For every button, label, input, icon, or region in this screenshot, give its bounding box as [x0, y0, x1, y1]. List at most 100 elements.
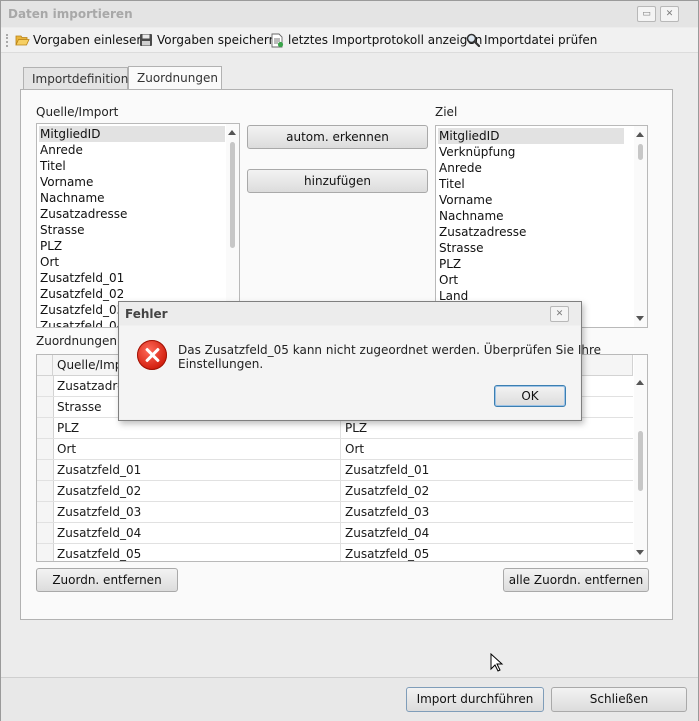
- source-list-item[interactable]: MitgliedID: [39, 126, 225, 142]
- mapping-target-cell: Ort: [345, 442, 365, 456]
- row-indicator[interactable]: [37, 439, 54, 459]
- source-list-item[interactable]: PLZ: [40, 238, 62, 254]
- title-bar[interactable]: Daten importieren ▭ ✕: [1, 1, 698, 27]
- source-list-item[interactable]: Ort: [40, 254, 59, 270]
- table-row[interactable]: Zusatzfeld_01 Zusatzfeld_01: [37, 460, 633, 481]
- auto-detect-button[interactable]: autom. erkennen: [247, 125, 428, 149]
- row-indicator[interactable]: [37, 502, 54, 522]
- row-indicator[interactable]: [37, 418, 54, 438]
- row-indicator[interactable]: [37, 376, 54, 396]
- scroll-thumb[interactable]: [638, 144, 643, 160]
- source-list-item[interactable]: Zusatzfeld_01: [40, 270, 124, 286]
- run-import-button[interactable]: Import durchführen: [406, 687, 544, 712]
- target-list-item[interactable]: Vorname: [439, 192, 492, 208]
- table-row[interactable]: PLZ PLZ: [37, 418, 633, 439]
- mapping-source-cell: PLZ: [57, 421, 80, 435]
- target-list-item[interactable]: PLZ: [439, 256, 461, 272]
- table-row[interactable]: Zusatzfeld_05 Zusatzfeld_05: [37, 544, 633, 561]
- row-indicator[interactable]: [37, 544, 54, 561]
- target-list-item[interactable]: Titel: [439, 176, 465, 192]
- table-row[interactable]: Zusatzfeld_03 Zusatzfeld_03: [37, 502, 633, 523]
- toolbar-grip[interactable]: [6, 34, 10, 47]
- source-list-item[interactable]: Vorname: [40, 174, 93, 190]
- mapping-target-cell: PLZ: [345, 421, 368, 435]
- tab-zuordnungen[interactable]: Zuordnungen: [128, 66, 222, 90]
- tab-importdefinition[interactable]: Importdefinition: [23, 67, 128, 89]
- ok-button[interactable]: OK: [494, 385, 566, 407]
- mapping-source-cell: Ort: [57, 442, 77, 456]
- add-button[interactable]: hinzufügen: [247, 169, 428, 193]
- source-list-item[interactable]: Anrede: [40, 142, 83, 158]
- cell-divider: [340, 523, 341, 543]
- mapping-target-cell: Zusatzfeld_01: [345, 463, 430, 477]
- cell-divider: [340, 460, 341, 480]
- mapping-source-cell: Zusatzfeld_01: [57, 463, 142, 477]
- target-list-item[interactable]: Verknüpfung: [439, 144, 515, 160]
- source-scrollbar[interactable]: [226, 124, 239, 327]
- mapping-source-cell: Strasse: [57, 400, 102, 414]
- table-row[interactable]: Zusatzfeld_04 Zusatzfeld_04: [37, 523, 633, 544]
- error-message-line2: Einstellungen.: [178, 357, 264, 371]
- folder-open-icon: [15, 33, 30, 47]
- source-list-item[interactable]: Zusatzfeld_02: [40, 286, 124, 302]
- cell-divider: [340, 544, 341, 561]
- grid-scrollbar[interactable]: [634, 355, 647, 561]
- target-list-item[interactable]: Ort: [439, 272, 458, 288]
- source-list-item[interactable]: Strasse: [40, 222, 85, 238]
- show-import-log-button[interactable]: letztes Importprotokoll anzeigen: [270, 32, 482, 48]
- error-dialog-body: Das Zusatzfeld_05 kann nicht zugeordnet …: [120, 326, 601, 419]
- row-indicator[interactable]: [37, 397, 54, 417]
- error-dialog-title-bar[interactable]: Fehler ✕: [119, 302, 581, 325]
- error-dialog-close-button[interactable]: ✕: [550, 306, 569, 322]
- mapping-target-cell: Zusatzfeld_02: [345, 484, 430, 498]
- mapping-source-cell: Zusatzfeld_02: [57, 484, 142, 498]
- target-list-item[interactable]: Strasse: [439, 240, 484, 256]
- scroll-thumb[interactable]: [638, 431, 643, 491]
- close-window-button[interactable]: ✕: [660, 6, 679, 22]
- scroll-up-icon[interactable]: [636, 380, 644, 385]
- cell-divider: [340, 481, 341, 501]
- source-list-item[interactable]: Zusatzfeld_04: [40, 318, 124, 327]
- error-message-line1: Das Zusatzfeld_05 kann nicht zugeordnet …: [178, 343, 602, 357]
- close-button[interactable]: Schließen: [551, 687, 687, 712]
- target-list-item[interactable]: Nachname: [439, 208, 504, 224]
- mapping-target-cell: Zusatzfeld_05: [345, 547, 430, 561]
- load-defaults-button[interactable]: Vorgaben einlesen: [15, 32, 144, 48]
- target-label: Ziel: [435, 105, 458, 119]
- scroll-up-icon[interactable]: [228, 130, 236, 135]
- row-indicator[interactable]: [37, 523, 54, 543]
- target-list-item[interactable]: MitgliedID: [438, 128, 624, 144]
- scroll-down-icon[interactable]: [636, 316, 644, 321]
- source-list[interactable]: MitgliedID Anrede Titel Vorname Nachname Zusa…: [36, 123, 240, 328]
- scroll-thumb[interactable]: [230, 142, 235, 248]
- mapping-source-cell: Zusatzfeld_05: [57, 547, 142, 561]
- check-import-file-button[interactable]: Importdatei prüfen: [466, 32, 597, 48]
- source-list-item[interactable]: Zusatzadresse: [40, 206, 127, 222]
- check-import-file-label: Importdatei prüfen: [484, 33, 598, 47]
- target-list-item[interactable]: Zusatzadresse: [439, 224, 526, 240]
- target-scrollbar[interactable]: [634, 126, 647, 327]
- save-defaults-button[interactable]: Vorgaben speichern: [139, 32, 276, 48]
- row-indicator[interactable]: [37, 460, 54, 480]
- row-indicator[interactable]: [37, 481, 54, 501]
- magnifier-icon: [466, 33, 481, 48]
- remove-mapping-button[interactable]: Zuordn. entfernen: [36, 568, 178, 592]
- mappings-label: Zuordnungen: [36, 334, 117, 348]
- scroll-up-icon[interactable]: [636, 132, 644, 137]
- mapping-target-cell: Zusatzfeld_03: [345, 505, 430, 519]
- remove-all-mappings-button[interactable]: alle Zuordn. entfernen: [503, 568, 649, 592]
- source-list-item[interactable]: Nachname: [40, 190, 105, 206]
- source-list-item[interactable]: Zusatzfeld_03: [40, 302, 124, 318]
- scroll-down-icon[interactable]: [636, 550, 644, 555]
- window-title: Daten importieren: [8, 7, 133, 21]
- mapping-source-cell: Zusatzfeld_03: [57, 505, 142, 519]
- show-import-log-label: letztes Importprotokoll anzeigen: [288, 33, 483, 47]
- table-row[interactable]: Ort Ort: [37, 439, 633, 460]
- source-list-item[interactable]: Titel: [40, 158, 66, 174]
- mapping-target-cell: Zusatzfeld_04: [345, 526, 430, 540]
- table-row[interactable]: Zusatzfeld_02 Zusatzfeld_02: [37, 481, 633, 502]
- target-list-item[interactable]: Anrede: [439, 160, 482, 176]
- pin-button[interactable]: ▭: [637, 6, 656, 22]
- error-icon: [137, 340, 167, 370]
- target-list[interactable]: MitgliedID Verknüpfung Anrede Titel Vorname N…: [435, 125, 648, 328]
